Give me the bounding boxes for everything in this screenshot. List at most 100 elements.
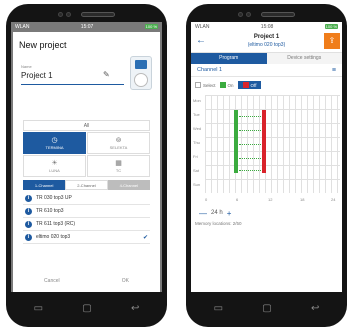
project-title: Project 1 (253, 34, 280, 40)
sun-icon: ☀ (51, 160, 58, 167)
dialog-actions: Cancel OK (13, 278, 160, 290)
back-icon[interactable]: ↩ (311, 303, 319, 314)
type-label: LUNA (49, 168, 60, 173)
on-label: On (227, 82, 234, 88)
android-navbar: ▭ ▢ ↩ (14, 297, 159, 319)
left-phone: WLAN 15:07 100 % New project Name Projec… (6, 4, 167, 327)
app-header: ← Project 1 (eltimo 020 top3) ⇪ (191, 31, 342, 53)
channel-label: Channel 1 (197, 67, 223, 73)
off-mode[interactable]: Off (237, 81, 262, 89)
info-icon[interactable]: i (25, 194, 32, 202)
clock: 15:08 (260, 23, 274, 30)
type-label: TC (115, 168, 122, 173)
input-underline (21, 84, 124, 85)
list-item[interactable]: i TR 611 top3 (RC) (23, 218, 150, 231)
device-subtitle: (eltimo 020 top3) (247, 42, 286, 48)
pencil-icon[interactable]: ✎ (103, 70, 110, 79)
camera (58, 12, 63, 17)
tab-4-channel[interactable]: 4-Channel (107, 180, 150, 190)
select-checkbox (195, 82, 201, 88)
on-period-line (239, 116, 261, 117)
device-name: eltimo 020 top3 (36, 234, 71, 240)
calendar-icon: ▦ (115, 160, 122, 167)
info-icon[interactable]: i (25, 220, 32, 228)
hour-axis: 0 6 12 18 24 (191, 195, 342, 205)
sensor (66, 12, 71, 17)
right-phone: WLAN 15:08 100 % ← Project 1 (eltimo 020… (186, 4, 347, 327)
type-termina[interactable]: ◷ TERMINA (23, 132, 86, 154)
battery-indicator: 100 % (324, 24, 338, 29)
type-tc[interactable]: ▦ TC (87, 155, 150, 177)
select-mode[interactable]: Select (195, 82, 216, 88)
project-name-input[interactable]: Project 1 (21, 71, 53, 80)
zoom-out-button[interactable]: — (199, 209, 207, 218)
channel-row[interactable]: Channel 1 ≡ (191, 64, 342, 77)
on-color-swatch (219, 82, 226, 88)
left-screen: WLAN 15:07 100 % New project Name Projec… (11, 22, 162, 292)
cancel-button[interactable]: Cancel (44, 278, 60, 290)
home-icon[interactable]: ▢ (82, 303, 91, 314)
tab-device-settings[interactable]: Device settings (266, 53, 342, 64)
axis-tick: 6 (236, 197, 239, 202)
off-label: Off (250, 82, 257, 88)
channel-tabs: 1-Channel 2-Channel 4-Channel (23, 180, 150, 190)
recent-apps-icon[interactable]: ▭ (34, 303, 43, 314)
info-icon[interactable]: i (25, 207, 32, 215)
tab-2-channel[interactable]: 2-Channel (65, 180, 108, 190)
schedule-grid[interactable] (205, 95, 340, 193)
on-period-line (239, 130, 261, 131)
device-type-grid: ◷ TERMINA ⊚ SELEKTA ☀ LUNA ▦ TC (23, 132, 150, 177)
home-icon[interactable]: ▢ (262, 303, 271, 314)
memory-locations: Memory locations: 2/50 (195, 221, 242, 226)
speaker-grille (261, 12, 295, 17)
tab-program[interactable]: Program (191, 53, 267, 64)
back-icon[interactable]: ↩ (131, 303, 139, 314)
right-screen: WLAN 15:08 100 % ← Project 1 (eltimo 020… (191, 22, 342, 292)
week-schedule[interactable]: Mon Tue Wed Thu Fri Sat Sun (191, 95, 342, 195)
day-label: Thu (193, 140, 200, 145)
name-area: Name Project 1 ✎ (13, 52, 160, 114)
type-luna[interactable]: ☀ LUNA (23, 155, 86, 177)
day-label: Mon (193, 98, 201, 103)
android-navbar: ▭ ▢ ↩ (194, 297, 339, 319)
day-label: Wed (193, 126, 202, 131)
transfer-icon[interactable]: ⇪ (324, 33, 340, 49)
list-item[interactable]: i TR 610 top3 (23, 205, 150, 218)
device-name: TR 610 top3 (36, 208, 64, 214)
off-switch-bar[interactable] (262, 110, 266, 173)
on-period-line (239, 170, 261, 171)
type-label: SELEKTA (109, 145, 128, 150)
battery-indicator: 100 % (144, 24, 158, 29)
clock: 15:07 (80, 23, 94, 30)
edit-mode-legend: Select On Off (191, 77, 342, 93)
wifi-label: WLAN (195, 23, 210, 30)
type-selekta[interactable]: ⊚ SELEKTA (87, 132, 150, 154)
zoom-control: — 24 h + (191, 205, 342, 221)
tab-1-channel[interactable]: 1-Channel (23, 180, 66, 190)
select-label: Select (203, 82, 216, 88)
list-item[interactable]: i TR 030 top3 UP (23, 192, 150, 205)
day-label: Sun (193, 182, 201, 187)
on-switch-bar[interactable] (234, 110, 238, 173)
list-item[interactable]: i eltimo 020 top3 ✔ (23, 231, 150, 244)
recent-apps-icon[interactable]: ▭ (214, 303, 223, 314)
zoom-level: 24 h (211, 210, 223, 216)
device-list: i TR 030 top3 UP i TR 610 top3 i TR 611 … (23, 192, 150, 244)
on-mode[interactable]: On (219, 82, 234, 88)
device-name: TR 030 top3 UP (36, 195, 72, 201)
device-display (135, 60, 147, 69)
day-label: Tue (193, 112, 200, 117)
name-label: Name (21, 64, 32, 69)
speaker-grille (81, 12, 115, 17)
status-bar: WLAN 15:08 100 % (191, 22, 342, 31)
day-label: Sat (193, 168, 200, 173)
socket-icon (134, 73, 148, 87)
off-color-swatch (242, 82, 249, 88)
zoom-in-button[interactable]: + (227, 209, 232, 218)
ok-button[interactable]: OK (122, 278, 129, 290)
sensor (246, 12, 251, 17)
info-icon[interactable]: i (25, 233, 32, 241)
clock-icon: ◷ (51, 137, 58, 144)
filter-all-tab[interactable]: All (23, 120, 150, 131)
menu-icon[interactable]: ≡ (332, 67, 336, 74)
